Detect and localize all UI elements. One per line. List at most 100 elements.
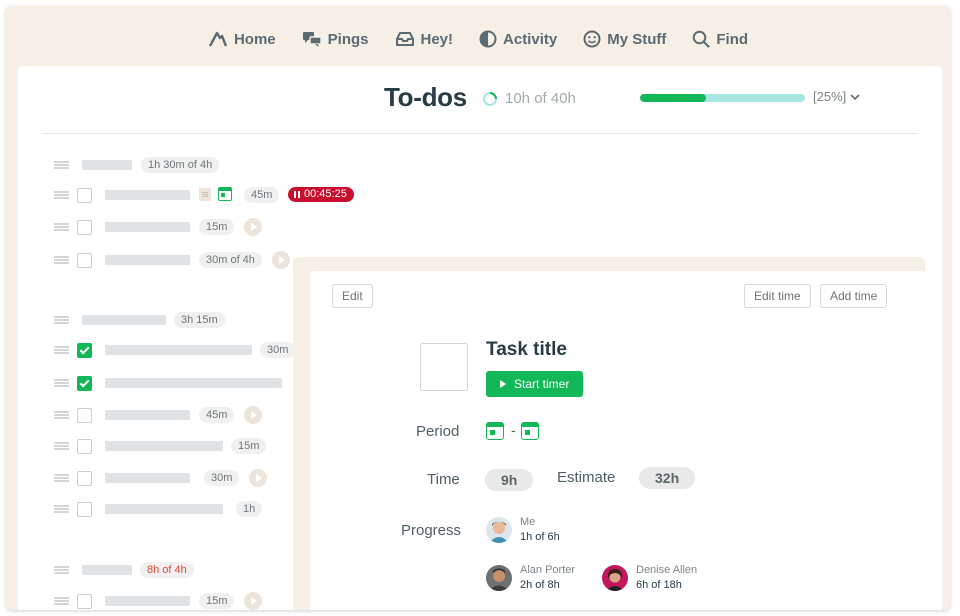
nav-activity[interactable]: Activity <box>479 30 557 48</box>
task-time-pill: 45m <box>199 407 235 423</box>
hours-summary: 10h of 40h <box>505 90 576 107</box>
search-icon <box>692 30 710 48</box>
drag-handle-icon[interactable] <box>54 411 69 419</box>
play-icon[interactable] <box>272 251 290 269</box>
progress-person-me: Me 1h of 6h <box>486 516 560 543</box>
nav-my-stuff[interactable]: My Stuff <box>583 30 666 48</box>
drag-handle-icon[interactable] <box>54 191 69 199</box>
task-time-pill: 15m <box>199 593 235 609</box>
drag-handle-icon[interactable] <box>54 316 69 324</box>
time-value-chip: 9h <box>485 469 534 491</box>
task-checkbox[interactable] <box>77 408 92 423</box>
chevron-down-icon <box>850 93 860 100</box>
time-label: Time <box>427 471 460 488</box>
task-checkbox[interactable] <box>77 253 92 268</box>
avatar <box>602 564 628 591</box>
drag-handle-icon[interactable] <box>54 597 69 605</box>
group-title-placeholder <box>82 160 132 170</box>
start-date-calendar-icon[interactable] <box>486 422 504 440</box>
estimate-label: Estimate <box>557 469 616 486</box>
start-timer-button[interactable]: Start timer <box>486 371 584 397</box>
task-checkbox-checked[interactable] <box>77 376 92 391</box>
nav-pings-label: Pings <box>327 30 369 48</box>
task-time-pill: 15m <box>199 219 235 235</box>
timer-value: 00:45:25 <box>304 188 347 200</box>
estimate-value-chip: 32h <box>639 467 696 489</box>
drag-handle-icon[interactable] <box>54 379 69 387</box>
task-title-placeholder <box>105 190 190 200</box>
play-icon[interactable] <box>249 469 267 487</box>
progress-percent-dropdown[interactable]: [25%] <box>813 89 861 104</box>
task-detail-panel: Edit Edit time Add time Task title Start… <box>310 271 926 610</box>
group-time-pill: 1h 30m of 4h <box>141 157 220 173</box>
person-name: Me <box>520 516 536 528</box>
task-title-placeholder <box>105 473 190 483</box>
task-image-placeholder <box>420 343 468 391</box>
nav-pings[interactable]: Pings <box>302 30 369 48</box>
end-date-calendar-icon[interactable] <box>521 422 539 440</box>
drag-handle-icon[interactable] <box>54 566 69 574</box>
page-header: To-dos 10h of 40h [25%] <box>18 66 942 132</box>
task-time-pill: 30m of 4h <box>199 252 262 268</box>
header-divider <box>42 133 918 134</box>
task-title-placeholder <box>105 345 252 355</box>
progress-person-denise-allen: Denise Allen 6h of 18h <box>602 564 697 591</box>
task-title-placeholder <box>105 222 190 232</box>
task-checkbox[interactable] <box>77 188 92 203</box>
progress-label: Progress <box>401 522 462 539</box>
group-title-placeholder <box>82 565 132 575</box>
play-icon[interactable] <box>244 592 262 610</box>
nav-home-label: Home <box>233 30 276 48</box>
nav-my-stuff-label: My Stuff <box>607 30 667 48</box>
edit-button[interactable]: Edit <box>332 284 373 308</box>
nav-hey[interactable]: Hey! <box>395 30 453 48</box>
task-checkbox[interactable] <box>77 220 92 235</box>
start-timer-label: Start timer <box>514 377 570 391</box>
task-time-pill: 30m <box>260 342 296 358</box>
task-checkbox[interactable] <box>77 439 92 454</box>
progress-person-alan-porter: Alan Porter 2h of 8h <box>486 564 575 591</box>
period-label: Period <box>416 423 460 440</box>
edit-time-button[interactable]: Edit time <box>744 284 811 308</box>
app-frame: Home Pings Hey! Activity My Stuff Find T… <box>6 6 950 610</box>
drag-handle-icon[interactable] <box>54 161 69 169</box>
person-name: Alan Porter <box>520 564 576 576</box>
drag-handle-icon[interactable] <box>54 346 69 354</box>
task-time-pill: 45m <box>244 187 280 203</box>
task-title-placeholder <box>105 504 223 514</box>
drag-handle-icon[interactable] <box>54 223 69 231</box>
overall-progress-fill <box>640 94 706 102</box>
nav-home[interactable]: Home <box>208 30 276 48</box>
play-icon[interactable] <box>244 218 262 236</box>
task-title-placeholder <box>105 255 190 265</box>
task-time-pill: 1h <box>236 501 263 517</box>
home-icon <box>208 30 228 48</box>
activity-icon <box>479 30 497 48</box>
drag-handle-icon[interactable] <box>54 442 69 450</box>
progress-percent-label: [25%] <box>813 89 847 104</box>
group-title-placeholder <box>82 315 166 325</box>
task-time-pill: 30m <box>204 470 240 486</box>
task-checkbox[interactable] <box>77 594 92 609</box>
task-checkbox[interactable] <box>77 502 92 517</box>
running-timer[interactable]: 00:45:25 <box>288 187 354 202</box>
drag-handle-icon[interactable] <box>54 505 69 513</box>
add-time-button[interactable]: Add time <box>820 284 888 308</box>
drag-handle-icon[interactable] <box>54 474 69 482</box>
play-icon[interactable] <box>244 406 262 424</box>
drag-handle-icon[interactable] <box>54 256 69 264</box>
hey-icon <box>395 30 415 48</box>
task-title: Task title <box>486 339 567 360</box>
task-checkbox[interactable] <box>77 471 92 486</box>
progress-ring-icon <box>483 92 497 106</box>
task-title-placeholder <box>105 596 190 606</box>
nav-activity-label: Activity <box>503 30 558 48</box>
avatar <box>486 516 512 543</box>
page-title: To-dos <box>384 82 467 112</box>
nav-find[interactable]: Find <box>692 30 748 48</box>
nav-find-label: Find <box>716 30 749 48</box>
task-checkbox-checked[interactable] <box>77 343 92 358</box>
group-time-pill-over: 8h of 4h <box>140 562 194 578</box>
period-separator: - <box>511 422 516 438</box>
play-icon <box>500 380 506 388</box>
